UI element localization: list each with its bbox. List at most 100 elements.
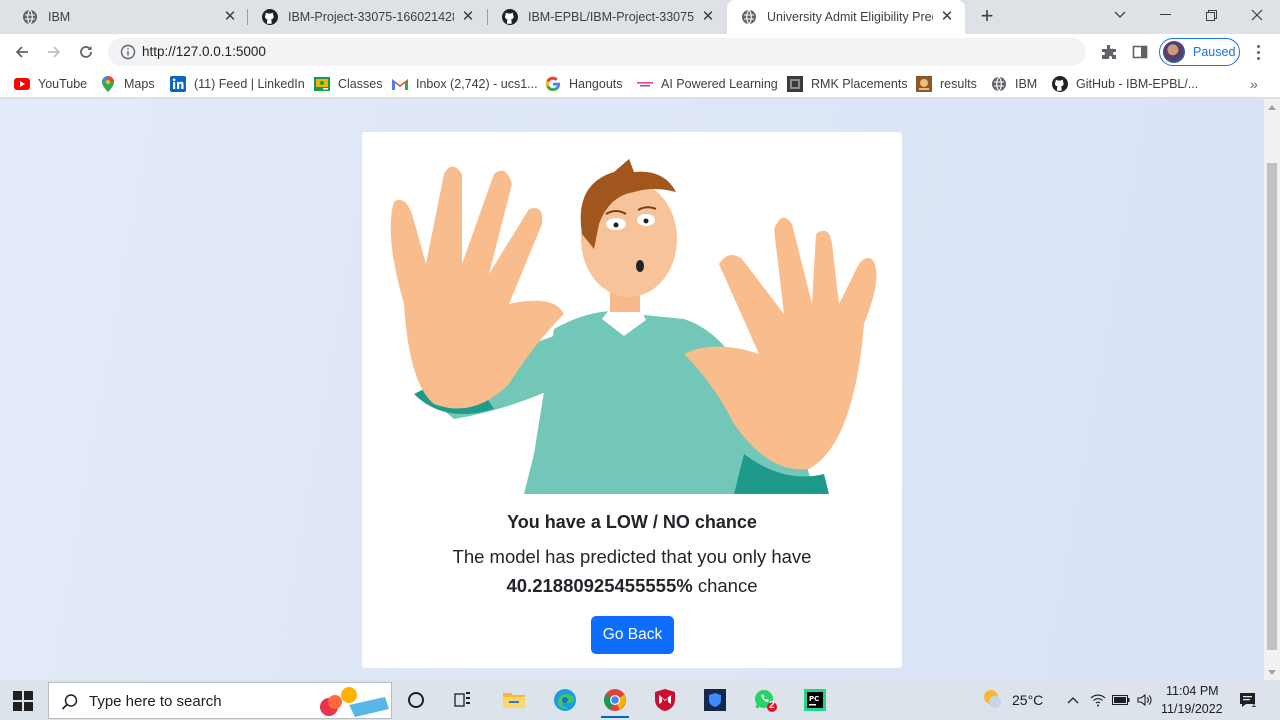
weather-icon[interactable] [982,688,1004,710]
windows-start-icon[interactable] [12,690,34,712]
maps-icon [100,76,116,92]
battery-icon[interactable] [1112,691,1130,709]
minimize-button[interactable] [1142,0,1188,30]
clock-time[interactable]: 11:04 PM [1166,684,1219,698]
search-placeholder: Type here to search [89,693,222,710]
chance-percentage: 40.21880925455555% [506,575,693,596]
scroll-down-icon[interactable] [1268,670,1276,675]
file-explorer-icon[interactable] [492,682,536,718]
bookmark-label: AI Powered Learning [661,77,778,91]
bookmark-github[interactable]: GitHub - IBM-EPBL/... [1052,70,1198,98]
tab-github-project[interactable]: IBM-Project-33075-1660214283/ ✕ [248,0,486,34]
globe-icon [741,9,757,25]
tab-close-icon[interactable]: ✕ [222,9,238,25]
tab-title: IBM [48,10,71,24]
chevron-up-icon[interactable] [1064,691,1082,709]
reload-button[interactable] [73,39,99,65]
prediction-message: The model has predicted that you only ha… [452,546,812,567]
search-highlight-icon [320,687,389,717]
bookmark-label: YouTube [38,77,88,91]
close-window-button[interactable] [1234,0,1280,30]
page-scrollbar[interactable] [1264,99,1280,680]
github-icon [502,9,518,25]
menu-kebab-icon[interactable] [1248,42,1268,62]
address-bar[interactable]: http://127.0.0.1:5000 [108,38,1086,66]
rmk-icon [787,76,803,92]
tab-close-icon[interactable]: ✕ [939,9,955,25]
bookmark-maps[interactable]: Maps [100,70,155,98]
volume-icon[interactable] [1136,691,1154,709]
scroll-up-icon[interactable] [1268,105,1276,110]
site-info-icon[interactable] [120,44,136,60]
globe-icon [991,76,1007,92]
clock-date[interactable]: 11/19/2022 [1161,702,1223,716]
globe-icon [22,9,38,25]
whatsapp-icon[interactable]: 2 [743,682,787,718]
google-icon [545,76,561,92]
bookmark-label: IBM [1015,77,1038,91]
gmail-icon [392,76,408,92]
cortana-icon[interactable] [394,682,438,718]
github-icon [262,9,278,25]
go-back-button[interactable]: Go Back [591,616,674,654]
tab-title: IBM-Project-33075-1660214283/ [288,10,454,24]
avatar [1163,41,1185,63]
pycharm-icon[interactable]: PC [793,682,837,718]
scroll-thumb[interactable] [1267,163,1277,650]
edge-icon[interactable] [543,682,587,718]
weather-temperature[interactable]: 25°C [1012,692,1043,708]
profile-button[interactable]: Paused [1159,38,1240,66]
bookmark-label: Inbox (2,742) - ucs1... [416,77,538,91]
results-icon [916,76,932,92]
forward-button[interactable] [41,39,67,65]
whatsapp-badge: 2 [769,700,775,711]
taskbar-search-input[interactable]: Type here to search [48,682,392,719]
result-card: You have a LOW / NO chance The model has… [361,131,903,669]
tab-close-icon[interactable]: ✕ [460,9,476,25]
new-tab-button[interactable]: + [976,5,998,28]
mcafee-icon[interactable] [643,682,687,718]
bookmark-linkedin[interactable]: (11) Feed | LinkedIn [170,70,305,98]
side-panel-icon[interactable] [1128,40,1152,64]
bookmark-label: Maps [124,77,155,91]
youtube-icon [14,76,30,92]
notification-icon[interactable]: 1 [1238,690,1258,710]
bookmark-hangouts[interactable]: Hangouts [545,70,623,98]
tab-github-epbl[interactable]: IBM-EPBL/IBM-Project-33075-16 ✕ [488,0,726,34]
tab-ibm[interactable]: IBM ✕ [8,0,248,34]
tab-university-admit[interactable]: University Admit Eligibility Predic ✕ [727,0,965,34]
url-text: http://127.0.0.1:5000 [142,44,266,59]
bookmark-label: GitHub - IBM-EPBL/... [1076,77,1199,91]
svg-text:PC: PC [809,695,819,703]
security-shield-icon[interactable] [693,682,737,718]
back-button[interactable] [9,39,35,65]
result-heading: You have a LOW / NO chance [507,512,757,532]
bookmark-youtube[interactable]: YouTube [14,70,87,98]
bookmark-ibm[interactable]: IBM [991,70,1037,98]
chrome-icon[interactable] [593,682,637,718]
search-icon [61,693,79,711]
tab-close-icon[interactable]: ✕ [700,9,716,25]
classroom-icon [314,76,330,92]
extensions-icon[interactable] [1097,40,1121,64]
tab-title: IBM-EPBL/IBM-Project-33075-16 [528,10,694,24]
bookmarks-overflow-icon[interactable]: » [1250,76,1258,92]
bookmark-results[interactable]: results [916,70,977,98]
bookmark-label: Hangouts [569,77,623,91]
bookmark-classes[interactable]: Classes [314,70,382,98]
prediction-value-line: 40.21880925455555% chance [362,575,902,597]
restore-button[interactable] [1188,0,1234,30]
ai-learning-icon [637,76,653,92]
wifi-icon[interactable] [1089,691,1107,709]
bookmark-ai-learning[interactable]: AI Powered Learning [637,70,778,98]
tab-search-icon[interactable] [1097,0,1143,30]
github-icon [1052,76,1068,92]
chance-suffix: chance [692,575,758,596]
browser-toolbar: http://127.0.0.1:5000 Paused [0,34,1280,70]
bookmark-rmk[interactable]: RMK Placements [787,70,908,98]
bookmark-gmail[interactable]: Inbox (2,742) - ucs1... [392,70,538,98]
bookmark-label: (11) Feed | LinkedIn [194,77,305,91]
bookmarks-bar: YouTube Maps (11) Feed | LinkedIn Classe… [0,70,1280,98]
task-view-icon[interactable] [441,682,485,718]
tab-title: University Admit Eligibility Predic [767,10,933,24]
